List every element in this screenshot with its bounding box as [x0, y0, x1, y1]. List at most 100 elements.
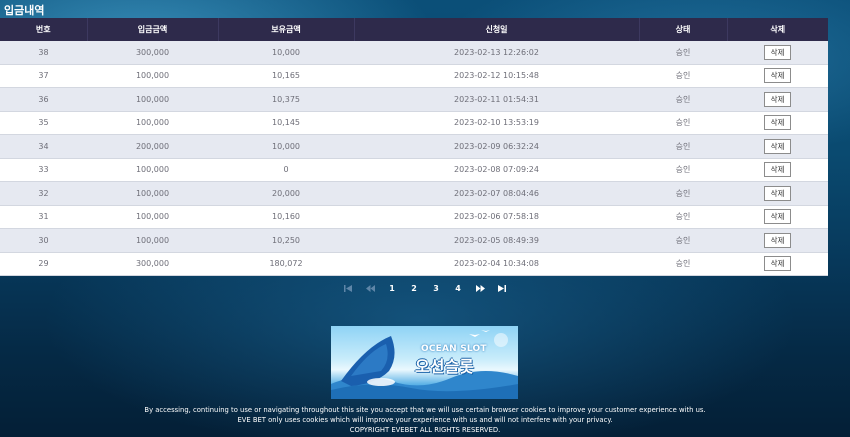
cell-deposit: 200,000 — [87, 134, 218, 159]
cell-status: 승인 — [639, 134, 727, 159]
footer-privacy-notice: EVE BET only uses cookies which will imp… — [237, 416, 613, 424]
footer-cookie-notice: By accessing, continuing to use or navig… — [144, 406, 706, 414]
cell-number: 37 — [0, 64, 87, 88]
page-link-3[interactable]: 3 — [425, 281, 447, 297]
delete-button[interactable]: 삭제 — [764, 209, 791, 225]
cell-status: 승인 — [639, 64, 727, 88]
cell-action: 삭제 — [727, 252, 828, 276]
table-row: 37 100,000 10,165 2023-02-12 10:15:48 승인… — [0, 64, 828, 88]
table-header-row: 번호 입금금액 보유금액 신청일 상태 삭제 — [0, 18, 828, 41]
table-row: 32 100,000 20,000 2023-02-07 08:04:46 승인… — [0, 181, 828, 206]
table-row: 30 100,000 10,250 2023-02-05 08:49:39 승인… — [0, 228, 828, 253]
delete-button[interactable]: 삭제 — [764, 44, 791, 60]
cell-action: 삭제 — [727, 181, 828, 206]
cell-balance: 180,072 — [218, 252, 354, 276]
table-row: 33 100,000 0 2023-02-08 07:09:24 승인 삭제 — [0, 158, 828, 182]
cell-action: 삭제 — [727, 41, 828, 65]
cell-status: 승인 — [639, 205, 727, 229]
cell-number: 30 — [0, 228, 87, 253]
cell-number: 35 — [0, 111, 87, 135]
cell-balance: 20,000 — [218, 181, 354, 206]
cell-action: 삭제 — [727, 111, 828, 135]
cell-number: 33 — [0, 158, 87, 182]
page-link-1[interactable]: 1 — [381, 281, 403, 297]
cell-date: 2023-02-11 01:54:31 — [354, 87, 639, 112]
delete-button[interactable]: 삭제 — [764, 138, 791, 154]
col-header-balance: 보유금액 — [218, 18, 355, 41]
cell-number: 32 — [0, 181, 87, 206]
col-header-deposit-amount: 입금금액 — [87, 18, 219, 41]
cell-balance: 10,375 — [218, 87, 354, 112]
cell-action: 삭제 — [727, 158, 828, 182]
page-title: 입금내역 — [4, 4, 45, 17]
cell-deposit: 100,000 — [87, 205, 218, 229]
cell-deposit: 300,000 — [87, 252, 218, 276]
cell-date: 2023-02-06 07:58:18 — [354, 205, 639, 229]
table-row: 31 100,000 10,160 2023-02-06 07:58:18 승인… — [0, 205, 828, 229]
cell-deposit: 100,000 — [87, 111, 218, 135]
cell-date: 2023-02-04 10:34:08 — [354, 252, 639, 276]
footer: By accessing, continuing to use or navig… — [0, 405, 850, 435]
cell-deposit: 100,000 — [87, 228, 218, 253]
cell-deposit: 100,000 — [87, 64, 218, 88]
ocean-slot-banner[interactable]: OCEAN SLOT 오션슬롯 — [331, 326, 518, 399]
cell-action: 삭제 — [727, 87, 828, 112]
cell-status: 승인 — [639, 41, 727, 65]
prev-page-icon[interactable] — [359, 281, 381, 297]
cell-action: 삭제 — [727, 228, 828, 253]
delete-button[interactable]: 삭제 — [764, 162, 791, 178]
deposit-history-table: 번호 입금금액 보유금액 신청일 상태 삭제 38 300,000 10,000… — [0, 18, 828, 276]
table-row: 35 100,000 10,145 2023-02-10 13:53:19 승인… — [0, 111, 828, 135]
cell-number: 34 — [0, 134, 87, 159]
first-page-icon[interactable] — [337, 281, 359, 297]
cell-deposit: 100,000 — [87, 87, 218, 112]
delete-button[interactable]: 삭제 — [764, 68, 791, 84]
cell-number: 36 — [0, 87, 87, 112]
page-link-2[interactable]: 2 — [403, 281, 425, 297]
cell-action: 삭제 — [727, 64, 828, 88]
cell-date: 2023-02-10 13:53:19 — [354, 111, 639, 135]
cell-number: 29 — [0, 252, 87, 276]
cell-date: 2023-02-07 08:04:46 — [354, 181, 639, 206]
cell-number: 38 — [0, 41, 87, 65]
delete-button[interactable]: 삭제 — [764, 91, 791, 107]
footer-copyright: COPYRIGHT EVEBET ALL RIGHTS RESERVED. — [349, 426, 501, 434]
cell-status: 승인 — [639, 111, 727, 135]
cell-number: 31 — [0, 205, 87, 229]
cell-action: 삭제 — [727, 205, 828, 229]
cell-status: 승인 — [639, 228, 727, 253]
cell-date: 2023-02-09 06:32:24 — [354, 134, 639, 159]
col-header-delete: 삭제 — [727, 18, 828, 41]
cell-status: 승인 — [639, 87, 727, 112]
table-row: 34 200,000 10,000 2023-02-09 06:32:24 승인… — [0, 134, 828, 159]
cell-balance: 10,000 — [218, 41, 354, 65]
cell-date: 2023-02-12 10:15:48 — [354, 64, 639, 88]
page-link-4[interactable]: 4 — [447, 281, 469, 297]
delete-button[interactable]: 삭제 — [764, 185, 791, 201]
cell-deposit: 100,000 — [87, 158, 218, 182]
delete-button[interactable]: 삭제 — [764, 115, 791, 131]
cell-deposit: 300,000 — [87, 41, 218, 65]
pagination: 1 2 3 4 — [0, 281, 850, 297]
col-header-request-date: 신청일 — [354, 18, 640, 41]
delete-button[interactable]: 삭제 — [764, 256, 791, 272]
table-row: 29 300,000 180,072 2023-02-04 10:34:08 승… — [0, 252, 828, 276]
next-page-icon[interactable] — [469, 281, 491, 297]
delete-button[interactable]: 삭제 — [764, 232, 791, 248]
last-page-icon[interactable] — [491, 281, 513, 297]
col-header-status: 상태 — [639, 18, 728, 41]
cell-balance: 10,160 — [218, 205, 354, 229]
cell-status: 승인 — [639, 158, 727, 182]
cell-balance: 10,165 — [218, 64, 354, 88]
cell-balance: 10,145 — [218, 111, 354, 135]
cell-balance: 10,000 — [218, 134, 354, 159]
cell-status: 승인 — [639, 252, 727, 276]
cell-status: 승인 — [639, 181, 727, 206]
cell-date: 2023-02-05 08:49:39 — [354, 228, 639, 253]
cell-action: 삭제 — [727, 134, 828, 159]
cell-deposit: 100,000 — [87, 181, 218, 206]
cell-balance: 10,250 — [218, 228, 354, 253]
banner-title-ko: 오션슬롯 — [415, 357, 474, 376]
col-header-number: 번호 — [0, 18, 88, 41]
cell-date: 2023-02-08 07:09:24 — [354, 158, 639, 182]
